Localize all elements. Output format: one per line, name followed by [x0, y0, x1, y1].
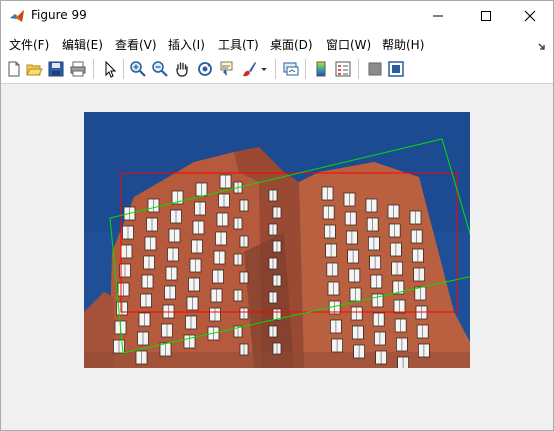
toolbar-separator	[358, 59, 359, 79]
minimize-button[interactable]	[415, 1, 461, 31]
zoom-out-icon[interactable]	[151, 60, 169, 78]
insert-legend-icon[interactable]	[334, 60, 352, 78]
image-axes[interactable]	[84, 112, 470, 368]
zoom-in-icon[interactable]	[129, 60, 147, 78]
save-icon[interactable]	[47, 60, 65, 78]
menu-view[interactable]: 查看(V)	[115, 36, 157, 53]
link-plot-icon[interactable]	[282, 60, 300, 78]
minimize-icon	[433, 15, 443, 17]
brush-icon[interactable]	[240, 60, 258, 78]
figure-canvas	[1, 84, 553, 430]
print-icon[interactable]	[69, 60, 87, 78]
close-button[interactable]	[507, 1, 553, 31]
data-cursor-icon[interactable]	[218, 60, 236, 78]
close-icon	[524, 10, 536, 22]
menu-bar: 文件(F) 编辑(E) 查看(V) 插入(I) 工具(T) 桌面(D) 窗口(W…	[1, 31, 553, 55]
matlab-logo-icon	[9, 8, 25, 24]
rotate-3d-icon[interactable]	[196, 60, 214, 78]
maximize-icon	[481, 11, 491, 21]
window-title: Figure 99	[31, 8, 87, 22]
menu-file[interactable]: 文件(F)	[9, 36, 49, 53]
toolbar-separator	[93, 59, 94, 79]
menu-edit[interactable]: 编辑(E)	[62, 36, 103, 53]
figure-toolbar	[1, 55, 553, 84]
dock-arrow-icon[interactable]	[537, 37, 547, 50]
title-bar[interactable]: Figure 99	[1, 1, 553, 31]
show-plot-tools-icon[interactable]	[387, 60, 405, 78]
toolbar-separator	[123, 59, 124, 79]
menu-help[interactable]: 帮助(H)	[382, 36, 424, 53]
menu-tools[interactable]: 工具(T)	[218, 36, 259, 53]
brush-dropdown-icon[interactable]	[259, 60, 269, 78]
menu-insert[interactable]: 插入(I)	[168, 36, 205, 53]
hide-plot-tools-icon[interactable]	[366, 60, 384, 78]
toolbar-separator	[275, 59, 276, 79]
menu-desktop[interactable]: 桌面(D)	[270, 36, 313, 53]
maximize-button[interactable]	[463, 1, 509, 31]
toolbar-separator	[305, 59, 306, 79]
new-figure-icon[interactable]	[5, 60, 23, 78]
figure-window: Figure 99 文件(F) 编辑(E) 查看(V) 插入(I) 工具(T) …	[0, 0, 554, 431]
insert-colorbar-icon[interactable]	[312, 60, 330, 78]
menu-window[interactable]: 窗口(W)	[326, 36, 371, 53]
open-file-icon[interactable]	[25, 60, 43, 78]
pointer-icon[interactable]	[101, 60, 119, 78]
pan-icon[interactable]	[173, 60, 191, 78]
building-photo	[84, 112, 470, 368]
